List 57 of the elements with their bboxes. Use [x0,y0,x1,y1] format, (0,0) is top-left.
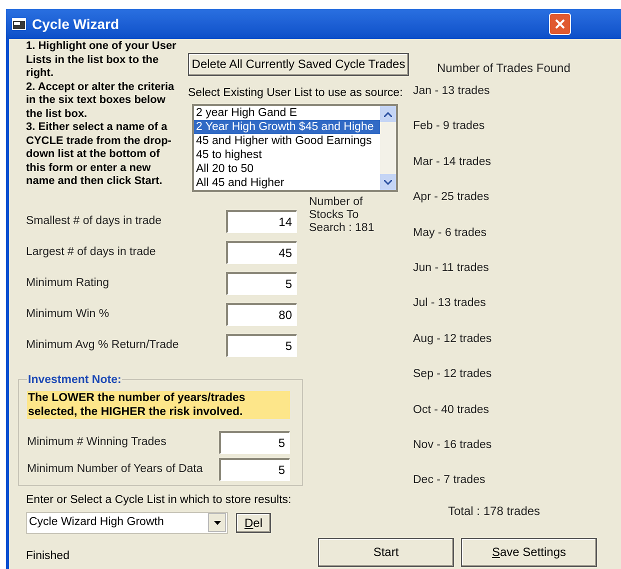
month-trades-text: Oct - 40 trades [413,402,490,418]
criteria-label: Minimum Number of Years of Data [27,462,203,478]
list-item[interactable]: 2 year High Gand E [194,106,380,120]
delete-all-button[interactable]: Delete All Currently Saved Cycle Trades [188,52,409,76]
list-item[interactable]: 45 to highest [194,148,380,162]
list-item[interactable]: 2 Year High Growth $45 and Highe [194,120,380,134]
month-trades-text: May - 6 trades [413,226,488,241]
month-trades-text: Jul - 13 trades [413,296,487,312]
action-button[interactable]: Save Settings [461,538,597,566]
cycle-list-dropdown[interactable]: Cycle Wizard High Growth [26,512,228,534]
text-field[interactable]: 5 [219,458,290,482]
text-field[interactable]: 5 [226,334,297,358]
month-trades-text: Apr - 25 trades [413,190,490,206]
criteria-label: Minimum Win % [26,307,110,322]
total-trades-text: Total : 178 trades [448,502,542,520]
instruction-text: 3. Either select a name of a CYCLE trade from the drop-down list at the bottom of this form or enter a new name and then click Start. [26,121,172,188]
scrollbar[interactable] [380,106,396,190]
month-trades-text: Aug - 12 trades [413,332,493,347]
text-field[interactable]: 45 [226,241,297,264]
month-trades-text: Nov - 16 trades [413,438,493,453]
text-field[interactable]: 5 [226,272,297,296]
source-listbox[interactable]: 2 year High Gand E 2 Year High Growth $45 and Highe 45 and Higher with Good Earnings 45 to highest All 20 to 50 All 45 and Higher [192,104,398,192]
month-trades-text: Jan - 13 trades [413,84,491,99]
window-icon [12,18,26,30]
list-item[interactable]: All 45 and Higher [194,176,380,190]
status-text: Finished [26,549,70,564]
text-field[interactable]: 80 [226,303,297,326]
caret-icon [214,520,220,524]
criteria-label: Minimum # Winning Trades [27,435,166,450]
list-item[interactable]: 45 and Higher with Good Earnings [194,134,380,148]
action-button[interactable]: Start [318,538,454,566]
criteria-label: Largest # of days in trade [26,245,156,260]
month-trades-text: Dec - 7 trades [413,473,486,488]
trades-found-title: Number of Trades Found [437,60,570,77]
text-field[interactable]: 5 [219,431,290,454]
close-button[interactable] [549,13,572,35]
month-trades-text: Mar - 14 trades [413,154,492,170]
source-label: Select Existing User List to use as source: [188,86,404,101]
month-trades-text: Feb - 9 trades [413,119,486,134]
list-item[interactable]: All 20 to 50 [194,162,380,176]
text-field[interactable]: 14 [226,210,297,234]
cycle-list-label: Enter or Select a Cycle List in which to store results: [26,493,292,508]
risk-warning: The LOWER the number of years/trades selected, the HIGHER the risk involved. [27,391,290,420]
criteria-label: Minimum Rating [26,276,110,292]
month-trades-text: Sep - 12 trades [413,367,493,382]
instruction-text: 2. Accept or alter the criteria in the six text boxes below the list box. [26,80,176,121]
stocks-count-text: Number of Stocks To Search : 181 [309,196,376,236]
scroll-down-button[interactable] [380,174,396,190]
instruction-text: 1. Highlight one of your User Lists in the list box to the right. [26,40,178,80]
delete-list-button[interactable]: Del [236,512,271,532]
month-trades-text: Jun - 11 trades [413,260,490,276]
close-icon [554,18,566,30]
criteria-label: Smallest # of days in trade [26,214,162,230]
window-title: Cycle Wizard [32,14,120,34]
dropdown-button[interactable] [208,513,226,532]
criteria-label: Minimum Avg % Return/Trade [26,338,179,354]
scroll-up-button[interactable] [380,106,396,122]
